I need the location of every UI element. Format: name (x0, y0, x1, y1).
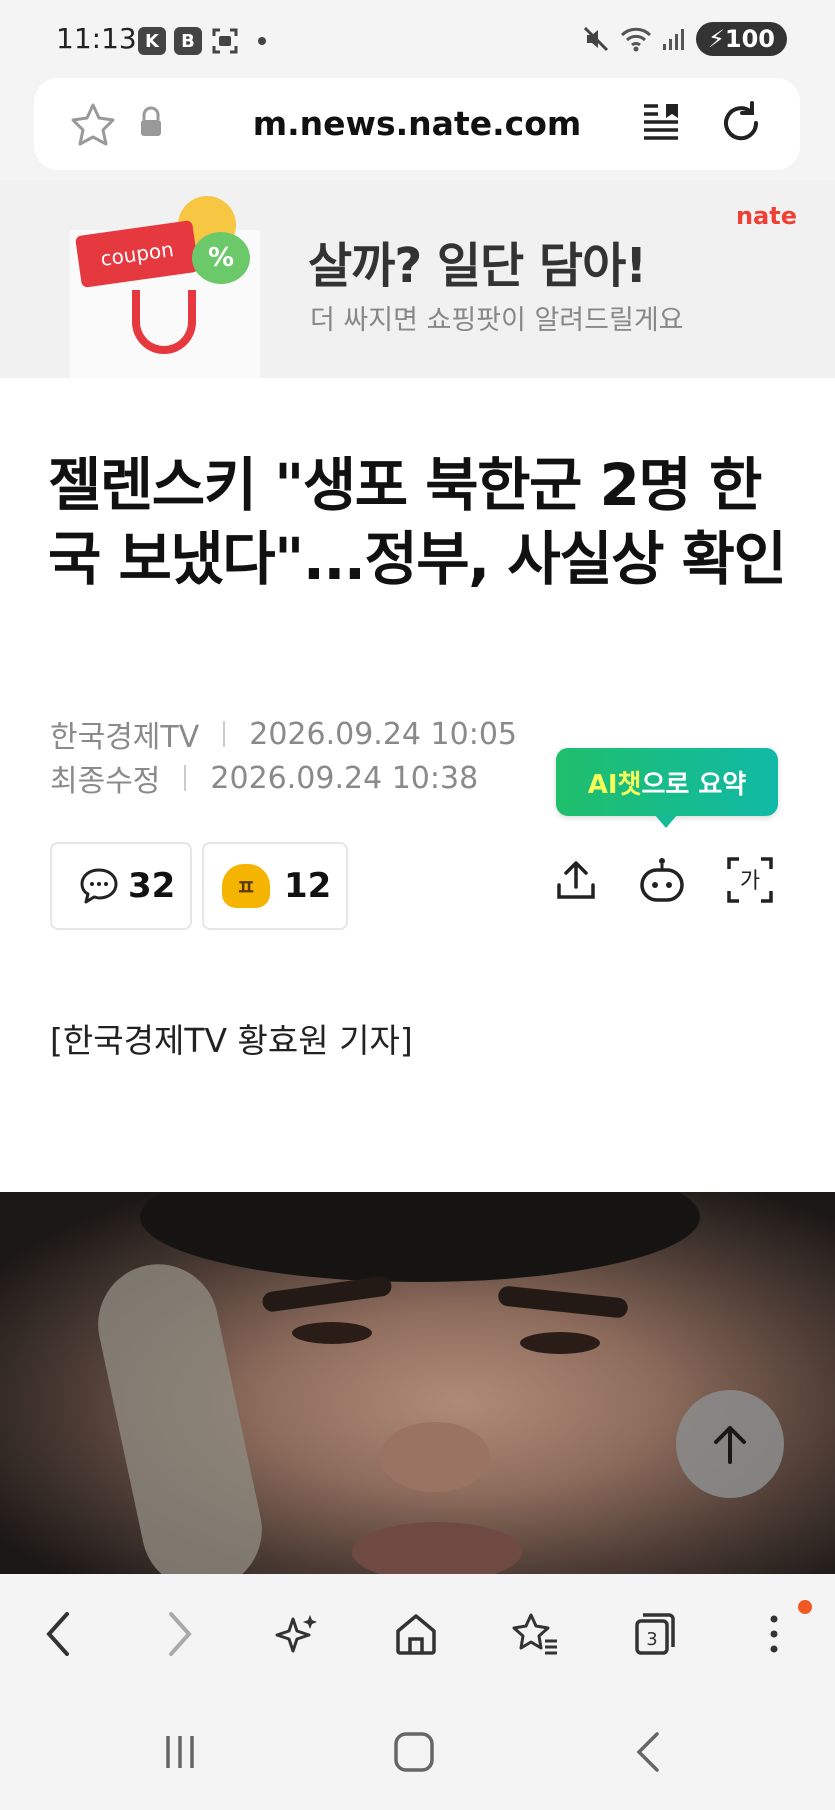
tab-count: 3 (646, 1629, 657, 1650)
clover-percent-icon: % (192, 232, 250, 284)
ai-tooltip-suffix: 으로 요약 (641, 769, 747, 800)
bookmark-list-icon (512, 1613, 557, 1655)
chevron-right-icon (169, 1612, 192, 1656)
published-time: 2026.09.24 10:05 (249, 716, 518, 752)
recent-apps-icon (166, 1736, 194, 1768)
ad-brand-logo: nate (735, 202, 797, 230)
bookmarks-button[interactable] (506, 1604, 566, 1664)
modified-time: 2026.09.24 10:38 (210, 760, 479, 796)
bag-logo-image (132, 290, 196, 354)
browser-bottom-bar: 3 (0, 1574, 835, 1692)
status-bar: 11:13 K B ⚡ 100 (0, 0, 835, 78)
photo-lips (352, 1522, 522, 1574)
ai-assist-button[interactable] (268, 1604, 328, 1664)
signal-icon (663, 29, 685, 50)
photo-nose (380, 1422, 490, 1492)
ai-chat-button[interactable] (634, 852, 690, 908)
system-home-button[interactable] (384, 1722, 444, 1782)
photo-right-eye (520, 1332, 600, 1354)
article-photo[interactable] (0, 1192, 835, 1574)
more-vertical-icon (770, 1615, 778, 1653)
article-headline: 젤렌스키 "생포 북한군 2명 한국 보냈다"...정부, 사실상 확인 (48, 451, 787, 593)
comment-count: 32 (128, 866, 176, 906)
battery-icon: ⚡ (708, 25, 725, 53)
battery-indicator: ⚡ 100 (696, 22, 787, 56)
ad-subtitle: 더 싸지면 쇼핑팟이 알려드릴게요 (310, 305, 684, 336)
address-bar[interactable]: m.news.nate.com (34, 78, 800, 170)
meta-divider (184, 765, 187, 791)
chevron-left-icon (46, 1612, 69, 1656)
article-modified-row: 최종수정 2026.09.24 10:38 (50, 756, 478, 800)
home-icon (396, 1614, 436, 1655)
screenshot-icon (212, 28, 238, 54)
robot-icon (640, 858, 684, 902)
photo-left-eye (292, 1322, 372, 1344)
emotion-face-icon: ㅍ (222, 864, 270, 908)
article-byline: [한국경제TV 황효원 기자] (50, 1021, 413, 1060)
reader-mode-icon[interactable] (640, 100, 682, 146)
sparkle-icon (275, 1615, 317, 1653)
tabs-icon: 3 (635, 1613, 675, 1655)
photo-hair-shape (140, 1192, 700, 1282)
photo-left-brow (261, 1275, 393, 1313)
reload-icon[interactable] (716, 98, 766, 148)
more-notifications-icon (258, 37, 266, 45)
status-time: 11:13 (56, 22, 137, 55)
ai-summary-tooltip[interactable]: AI챗 으로 요약 (556, 748, 778, 816)
system-back-icon (636, 1732, 659, 1772)
comment-icon (80, 868, 118, 904)
wifi-icon (620, 27, 652, 52)
forward-button[interactable] (150, 1604, 210, 1664)
emotion-button[interactable]: ㅍ 12 (202, 842, 348, 930)
back-button[interactable] (28, 1604, 88, 1664)
photo-bandage-shape (87, 1253, 273, 1574)
browser-toolbar: m.news.nate.com (0, 78, 835, 180)
blog-notification-icon: B (174, 27, 202, 55)
system-back-button[interactable] (618, 1722, 678, 1782)
notification-dot (798, 1600, 812, 1614)
font-size-icon: 가 (727, 857, 773, 903)
article-published-row: 한국경제TV 2026.09.24 10:05 (50, 712, 517, 756)
share-button[interactable] (548, 852, 604, 908)
modified-label: 최종수정 (50, 764, 161, 799)
article-source[interactable]: 한국경제TV (50, 712, 199, 756)
system-navigation-bar (0, 1692, 835, 1810)
share-icon (557, 861, 595, 899)
font-size-button[interactable]: 가 (722, 852, 778, 908)
home-button[interactable] (386, 1604, 446, 1664)
more-menu-button[interactable] (744, 1604, 804, 1664)
tooltip-arrow (654, 814, 678, 828)
battery-level: 100 (724, 25, 775, 53)
emotion-count: 12 (284, 866, 332, 906)
system-home-icon (394, 1732, 434, 1772)
url-text[interactable]: m.news.nate.com (34, 104, 800, 143)
recent-apps-button[interactable] (150, 1722, 210, 1782)
status-right: ⚡ 100 (582, 22, 787, 56)
arrow-up-icon (714, 1426, 746, 1464)
svg-text:가: 가 (740, 869, 760, 894)
mute-icon (583, 26, 609, 52)
status-notification-icons: K B (138, 26, 266, 56)
comments-button[interactable]: 32 (50, 842, 192, 930)
tabs-button[interactable]: 3 (624, 1604, 684, 1664)
kakao-notification-icon: K (138, 27, 166, 55)
ad-title: 살까? 일단 담아! (308, 238, 647, 294)
photo-right-brow (497, 1285, 629, 1319)
ai-tooltip-prefix: AI챗 (587, 769, 642, 800)
ad-banner[interactable]: coupon % 살까? 일단 담아! 더 싸지면 쇼핑팟이 알려드릴게요 na… (0, 180, 835, 378)
scroll-to-top-button[interactable] (676, 1390, 784, 1498)
meta-divider (223, 721, 226, 747)
